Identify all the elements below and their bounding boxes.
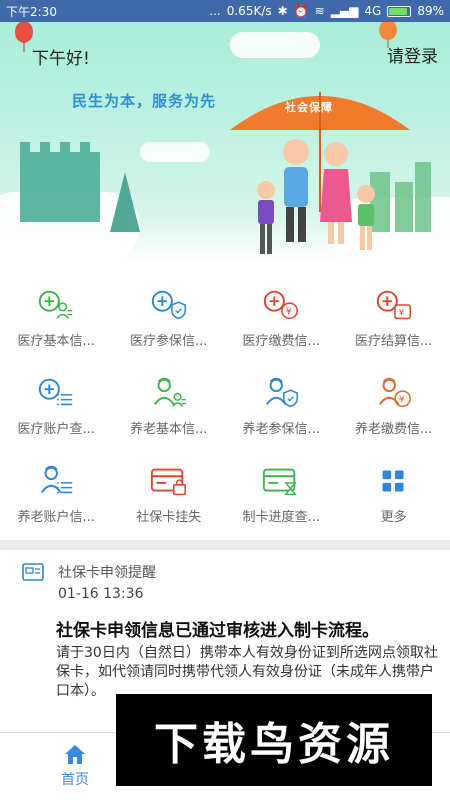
- service-tile-label: 养老账户信...: [17, 510, 95, 525]
- medical-settlement-icon: ¥: [374, 288, 414, 322]
- pension-info-icon: [149, 376, 189, 410]
- medical-account-icon: [36, 376, 76, 410]
- watermark-logo: 下载鸟资源: [116, 694, 432, 786]
- more-grid-icon: [374, 464, 414, 498]
- notice-title: 社保卡申领提醒: [58, 565, 156, 581]
- home-icon: [65, 745, 85, 764]
- card-icon: [22, 563, 44, 581]
- balloon-icon: [15, 22, 33, 52]
- status-bar: 下午2:30 ... 0.65K/s ✱ ⏰ ≋ ▂▄▆ 4G 89%: [0, 0, 450, 22]
- notice-headline: 社保卡申领信息已通过审核进入制卡流程。: [56, 621, 379, 641]
- svg-text:¥: ¥: [399, 395, 405, 406]
- network-type: 4G: [364, 4, 382, 18]
- slogan-text: 民生为本，服务为先: [72, 92, 217, 110]
- status-time: 下午2:30: [6, 4, 57, 19]
- signal-icon: ▂▄▆: [330, 4, 359, 18]
- pension-payment-icon: ¥: [374, 376, 414, 410]
- login-button[interactable]: 请登录: [387, 42, 438, 67]
- hero-banner: 下午好! 请登录 民生为本，服务为先 社会保障: [0, 22, 450, 262]
- notice-time: 01-16 13:36: [58, 586, 144, 602]
- pension-account-icon: [36, 464, 76, 498]
- status-dots: ...: [209, 4, 221, 18]
- service-tile-label: 医疗结算信...: [355, 334, 433, 349]
- service-tile-label: 医疗基本信...: [17, 334, 95, 349]
- service-tile-label: 社保卡挂失: [136, 510, 202, 525]
- service-tile-label: 医疗缴费信...: [242, 334, 320, 349]
- battery-icon: [387, 5, 412, 17]
- mother-figure: [320, 142, 352, 244]
- notice-header: 社保卡申领提醒: [22, 562, 156, 582]
- service-grid: 医疗基本信... 医疗参保信... ¥ 医疗缴费信... ¥ 医疗结算信... 医疗账户查.…: [0, 276, 450, 540]
- watermark-text: 下载鸟资源: [154, 719, 394, 770]
- service-tile[interactable]: ¥ 养老缴费信...: [338, 364, 450, 452]
- service-tile[interactable]: ¥ 医疗缴费信...: [225, 276, 338, 364]
- father-figure: [283, 139, 309, 242]
- child-figure: [257, 181, 275, 254]
- battery-percent: 89%: [417, 4, 444, 18]
- service-tile[interactable]: 医疗参保信...: [113, 276, 226, 364]
- section-divider: [0, 540, 450, 550]
- bluetooth-icon: ✱: [277, 4, 288, 18]
- child-figure: [357, 185, 375, 250]
- service-tile-label: 养老基本信...: [130, 422, 208, 437]
- wifi-icon: ≋: [314, 4, 325, 18]
- umbrella-label: 社会保障: [285, 101, 333, 114]
- service-tile[interactable]: 养老参保信...: [225, 364, 338, 452]
- service-tile-label: 制卡进度查...: [242, 510, 320, 525]
- service-tile[interactable]: 社保卡挂失: [113, 452, 226, 540]
- alarm-icon: ⏰: [293, 4, 309, 18]
- service-tile-label: 养老缴费信...: [355, 422, 433, 437]
- service-tile[interactable]: ¥ 医疗结算信...: [338, 276, 450, 364]
- medical-insured-icon: [149, 288, 189, 322]
- service-tile-label: 医疗账户查...: [17, 422, 95, 437]
- status-indicators: ... 0.65K/s ✱ ⏰ ≋ ▂▄▆ 4G 89%: [209, 4, 444, 18]
- card-lock-icon: [149, 464, 189, 498]
- svg-text:¥: ¥: [399, 308, 405, 318]
- medical-info-icon: [36, 288, 76, 322]
- service-tile[interactable]: 医疗基本信...: [0, 276, 113, 364]
- pension-insured-icon: [261, 376, 301, 410]
- nav-home-label: 首页: [61, 772, 89, 788]
- service-tile-label: 更多: [380, 510, 407, 525]
- svg-text:¥: ¥: [286, 307, 292, 318]
- service-tile-label: 养老参保信...: [242, 422, 320, 437]
- service-tile[interactable]: 养老账户信...: [0, 452, 113, 540]
- network-speed: 0.65K/s: [226, 4, 272, 18]
- greeting-text: 下午好!: [32, 49, 90, 69]
- service-tile[interactable]: 制卡进度查...: [225, 452, 338, 540]
- service-tile-label: 医疗参保信...: [130, 334, 208, 349]
- service-tile[interactable]: 更多: [338, 452, 450, 540]
- service-tile[interactable]: 养老基本信...: [113, 364, 226, 452]
- card-progress-icon: [261, 464, 301, 498]
- service-tile[interactable]: 医疗账户查...: [0, 364, 113, 452]
- medical-payment-icon: ¥: [261, 288, 301, 322]
